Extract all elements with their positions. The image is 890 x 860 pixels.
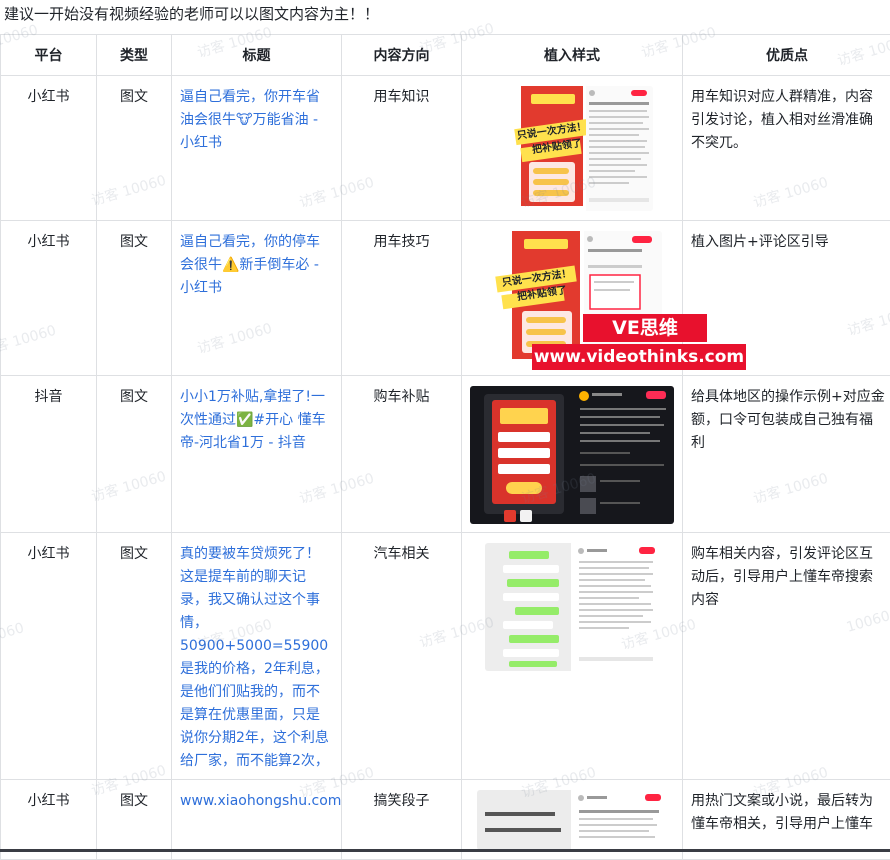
cell-type: 图文: [97, 780, 172, 860]
cell-direction: 用车技巧: [342, 221, 462, 376]
intro-text: 建议一开始没有视频经验的老师可以以图文内容为主！！: [0, 0, 890, 34]
cell-type: 图文: [97, 221, 172, 376]
title-link[interactable]: 真的要被车贷烦死了！这是提车前的聊天记录，我又确认过这个事情，50900+500…: [180, 546, 329, 769]
cell-type: 图文: [97, 76, 172, 221]
cell-highlight: 用车知识对应人群精准，内容引发讨论，植入相对丝滑准确不突兀。: [683, 76, 890, 221]
post-screenshot[interactable]: [485, 543, 659, 671]
cell-platform: 小红书: [1, 780, 97, 860]
content-table: 平台 类型 标题 内容方向 植入样式 优质点 小红书 图文 逼自己看完，你开车省…: [0, 34, 890, 860]
table-row: 小红书 图文 真的要被车贷烦死了！这是提车前的聊天记录，我又确认过这个事情，50…: [1, 533, 890, 780]
cell-title: 逼自己看完，你开车省油会很牛🐮万能省油 - 小红书: [172, 76, 342, 221]
cell-type: 图文: [97, 533, 172, 780]
cell-platform: 小红书: [1, 76, 97, 221]
cell-highlight: 用热门文案或小说，最后转为懂车帝相关，引导用户上懂车: [683, 780, 890, 860]
cell-direction: 用车知识: [342, 76, 462, 221]
table-row: 小红书 图文 逼自己看完，你开车省油会很牛🐮万能省油 - 小红书 用车知识: [1, 76, 890, 221]
header-style: 植入样式: [462, 35, 683, 76]
header-row: 平台 类型 标题 内容方向 植入样式 优质点: [1, 35, 890, 76]
cell-style: [462, 376, 683, 533]
cell-title: 真的要被车贷烦死了！这是提车前的聊天记录，我又确认过这个事情，50900+500…: [172, 533, 342, 780]
table-row: 小红书 图文 www.xiaohongshu.com 搞笑段子: [1, 780, 890, 860]
cell-title: 逼自己看完，你的停车会很牛⚠️新手倒车必 - 小红书: [172, 221, 342, 376]
cell-title: www.xiaohongshu.com: [172, 780, 342, 860]
cell-highlight: 给具体地区的操作示例+对应金额，口令可包装成自己独有福利: [683, 376, 890, 533]
post-screenshot[interactable]: [477, 790, 667, 850]
overlay-brand-label: VE思维: [583, 314, 707, 342]
cell-direction: 汽车相关: [342, 533, 462, 780]
header-title: 标题: [172, 35, 342, 76]
title-link[interactable]: 小小1万补贴,拿捏了!一次性通过✅#开心 懂车帝-河北省1万 - 抖音: [180, 389, 326, 451]
header-platform: 平台: [1, 35, 97, 76]
cell-platform: 抖音: [1, 376, 97, 533]
cell-style: [462, 533, 683, 780]
header-highlight: 优质点: [683, 35, 890, 76]
table-row: 小红书 图文 逼自己看完，你的停车会很牛⚠️新手倒车必 - 小红书 用车技巧: [1, 221, 890, 376]
cell-platform: 小红书: [1, 221, 97, 376]
cell-direction: 购车补贴: [342, 376, 462, 533]
title-link[interactable]: 逼自己看完，你开车省油会很牛🐮万能省油 - 小红书: [180, 89, 320, 151]
cell-style: [462, 780, 683, 860]
cell-type: 图文: [97, 376, 172, 533]
cell-platform: 小红书: [1, 533, 97, 780]
title-link[interactable]: www.xiaohongshu.com: [180, 793, 341, 809]
header-direction: 内容方向: [342, 35, 462, 76]
post-screenshot[interactable]: [470, 386, 674, 524]
overlay-url-label: www.videothinks.com: [532, 344, 746, 370]
cell-direction: 搞笑段子: [342, 780, 462, 860]
post-screenshot[interactable]: 只说一次方法！ 把补贴领了: [491, 86, 653, 211]
title-link[interactable]: 逼自己看完，你的停车会很牛⚠️新手倒车必 - 小红书: [180, 234, 320, 296]
cell-title: 小小1万补贴,拿捏了!一次性通过✅#开心 懂车帝-河北省1万 - 抖音: [172, 376, 342, 533]
table-row: 抖音 图文 小小1万补贴,拿捏了!一次性通过✅#开心 懂车帝-河北省1万 - 抖…: [1, 376, 890, 533]
cell-style: 只说一次方法！ 把补贴领了: [462, 76, 683, 221]
header-type: 类型: [97, 35, 172, 76]
cell-highlight: 购车相关内容，引发评论区互动后，引导用户上懂车帝搜索内容: [683, 533, 890, 780]
